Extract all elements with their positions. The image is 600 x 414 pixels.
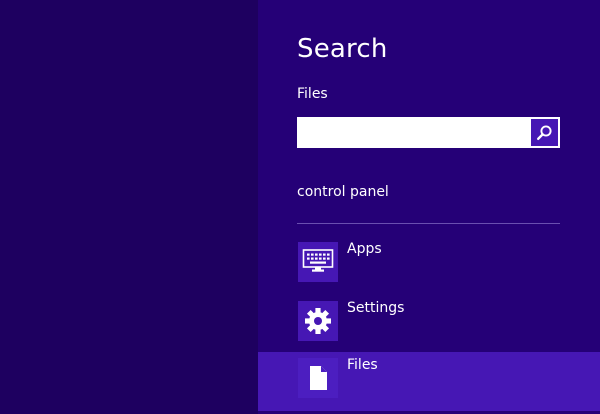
gear-icon [298,301,338,341]
search-button[interactable] [531,119,558,146]
search-scope-label: Files [297,86,328,102]
scope-item-label: Apps [347,241,382,257]
scope-item-label: Files [347,357,378,373]
pane-title: Search [297,34,388,64]
scope-item-settings[interactable]: Settings [258,295,600,354]
search-suggestion[interactable]: control panel [297,184,389,200]
search-box [297,117,560,148]
magnifier-icon [537,125,552,141]
search-charm-pane: Search Files control panel Apps Settings… [258,0,600,414]
scope-item-apps[interactable]: Apps [258,236,600,295]
search-input[interactable] [297,117,527,148]
start-screen-background: Search Files control panel Apps Settings… [0,0,600,414]
keyboard-icon [298,242,338,282]
document-icon [298,358,338,398]
scope-item-files[interactable]: Files [258,352,600,411]
divider [297,223,560,224]
scope-item-label: Settings [347,300,405,316]
